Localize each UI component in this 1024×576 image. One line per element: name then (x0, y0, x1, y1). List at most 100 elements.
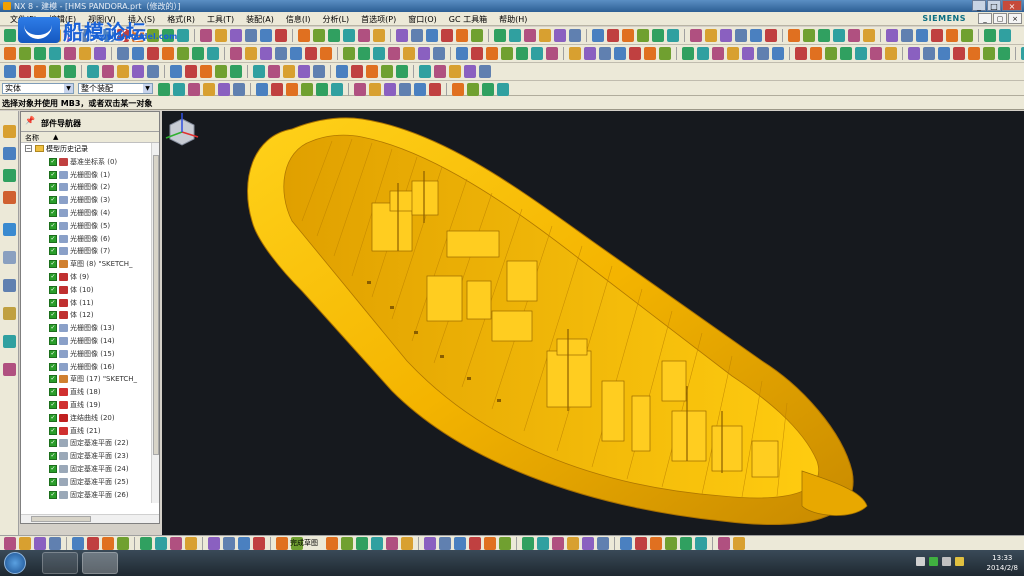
web-browser-icon[interactable] (3, 223, 16, 236)
toolbar-tool-icon[interactable] (509, 29, 521, 42)
toolbar-tool-icon[interactable] (170, 65, 182, 78)
toolbar-tool-icon[interactable] (414, 83, 426, 96)
toolbar-tool-icon[interactable] (185, 65, 197, 78)
toolbar-tool-icon[interactable] (456, 47, 468, 60)
clock[interactable]: 13:33 2014/2/8 (987, 553, 1018, 573)
toolbar-tool-icon[interactable] (283, 65, 295, 78)
toolbar-tool-icon[interactable] (132, 47, 144, 60)
toolbar-tool-icon[interactable] (622, 29, 634, 42)
toolbar-tool-icon[interactable] (203, 83, 215, 96)
toolbar-tool-icon[interactable] (260, 47, 272, 60)
toolbar-tool-icon[interactable] (94, 47, 106, 60)
toolbar-tool-icon[interactable] (916, 29, 928, 42)
tree-row[interactable]: ✓ 固定基准平面 (26) (21, 489, 145, 502)
toolbar-tool-icon[interactable] (64, 65, 76, 78)
toolbar-tool-icon[interactable] (984, 29, 996, 42)
toolbar-tool-icon[interactable] (399, 83, 411, 96)
toolbar-tool-icon[interactable] (539, 29, 551, 42)
toolbar-tool-icon[interactable] (682, 47, 694, 60)
maximize-button[interactable]: □ (987, 0, 1001, 11)
toolbar-tool-icon[interactable] (582, 537, 594, 550)
tree-row[interactable]: ✓ 光栅图像 (16) (21, 361, 145, 374)
graphics-window[interactable] (162, 111, 1024, 535)
visibility-checkbox[interactable]: ✓ (49, 298, 57, 307)
toolbar-tool-icon[interactable] (524, 29, 536, 42)
doc-minimize-button[interactable]: _ (978, 13, 992, 24)
tree-row[interactable]: ✓ 固定基准平面 (23) (21, 450, 145, 463)
toolbar-tool-icon[interactable] (223, 537, 235, 550)
visibility-checkbox[interactable]: ✓ (49, 426, 57, 435)
visibility-checkbox[interactable]: ✓ (49, 477, 57, 486)
toolbar-tool-icon[interactable] (690, 29, 702, 42)
toolbar-tool-icon[interactable] (19, 65, 31, 78)
process-studio-icon[interactable] (3, 307, 16, 320)
toolbar-tool-icon[interactable] (275, 29, 287, 42)
toolbar-tool-icon[interactable] (341, 537, 353, 550)
toolbar-tool-icon[interactable] (356, 537, 368, 550)
toolbar-tool-icon[interactable] (439, 537, 451, 550)
toolbar-tool-icon[interactable] (597, 537, 609, 550)
toolbar-tool-icon[interactable] (419, 65, 431, 78)
toolbar-tool-icon[interactable] (998, 47, 1010, 60)
toolbar-tool-icon[interactable] (301, 83, 313, 96)
toolbar-tool-icon[interactable] (471, 47, 483, 60)
visibility-checkbox[interactable]: ✓ (49, 401, 57, 409)
toolbar-tool-icon[interactable] (497, 83, 509, 96)
toolbar-tool-icon[interactable] (650, 537, 662, 550)
visibility-checkbox[interactable]: ✓ (49, 375, 57, 384)
toolbar-tool-icon[interactable] (369, 83, 381, 96)
toolbar-tool-icon[interactable] (614, 47, 626, 60)
toolbar-tool-icon[interactable] (298, 29, 310, 42)
toolbar-tool-icon[interactable] (667, 29, 679, 42)
toolbar-tool-icon[interactable] (848, 29, 860, 42)
toolbar-tool-icon[interactable] (863, 29, 875, 42)
toolbar-tool-icon[interactable] (727, 47, 739, 60)
visibility-checkbox[interactable]: ✓ (49, 157, 57, 166)
visibility-checkbox[interactable]: ✓ (49, 311, 57, 320)
doc-restore-button[interactable]: ▢ (993, 13, 1007, 24)
tree-row[interactable]: ✓ 光栅图像 (2) (21, 181, 145, 194)
security-icon[interactable] (929, 557, 938, 566)
toolbar-tool-icon[interactable] (452, 83, 464, 96)
toolbar-tool-icon[interactable] (401, 537, 413, 550)
toolbar-tool-icon[interactable] (599, 47, 611, 60)
toolbar-tool-icon[interactable] (946, 29, 958, 42)
toolbar-tool-icon[interactable] (695, 537, 707, 550)
toolbar-tool-icon[interactable] (320, 47, 332, 60)
toolbar-tool-icon[interactable] (901, 29, 913, 42)
toolbar-tool-icon[interactable] (253, 537, 265, 550)
type-filter-dropdown[interactable]: 实体 ▼ (2, 83, 74, 94)
tree-row[interactable]: ✓ 光栅图像 (3) (21, 194, 145, 207)
visibility-checkbox[interactable]: ✓ (49, 452, 57, 461)
visibility-checkbox[interactable]: ✓ (49, 183, 57, 192)
toolbar-tool-icon[interactable] (147, 65, 159, 78)
toolbar-tool-icon[interactable] (275, 47, 287, 60)
toolbar-tool-icon[interactable] (516, 47, 528, 60)
notification-icon[interactable] (955, 557, 964, 566)
visibility-checkbox[interactable]: ✓ (49, 362, 57, 371)
system-scenes-icon[interactable] (3, 363, 16, 376)
toolbar-tool-icon[interactable] (215, 29, 227, 42)
toolbar-tool-icon[interactable] (230, 29, 242, 42)
visibility-checkbox[interactable]: ✓ (49, 413, 57, 422)
navigator-column-header[interactable]: 名称 ▲ (21, 132, 159, 143)
toolbar-tool-icon[interactable] (354, 83, 366, 96)
toolbar-tool-icon[interactable] (855, 47, 867, 60)
toolbar-tool-icon[interactable] (720, 29, 732, 42)
visibility-checkbox[interactable]: ✓ (49, 196, 57, 205)
toolbar-tool-icon[interactable] (34, 537, 46, 550)
visibility-checkbox[interactable]: ✓ (49, 209, 57, 217)
network-icon[interactable] (916, 557, 925, 566)
toolbar-tool-icon[interactable] (351, 65, 363, 78)
toolbar-tool-icon[interactable] (343, 29, 355, 42)
toolbar-tool-icon[interactable] (569, 29, 581, 42)
tree-row[interactable]: ✓ 光栅图像 (6) (21, 233, 145, 246)
toolbar-tool-icon[interactable] (233, 83, 245, 96)
toolbar-tool-icon[interactable] (659, 47, 671, 60)
toolbar-tool-icon[interactable] (185, 537, 197, 550)
toolbar-tool-icon[interactable] (192, 47, 204, 60)
toolbar-tool-icon[interactable] (87, 65, 99, 78)
navigator-vertical-scrollbar[interactable] (151, 143, 159, 503)
toolbar-tool-icon[interactable] (271, 83, 283, 96)
toolbar-tool-icon[interactable] (268, 65, 280, 78)
